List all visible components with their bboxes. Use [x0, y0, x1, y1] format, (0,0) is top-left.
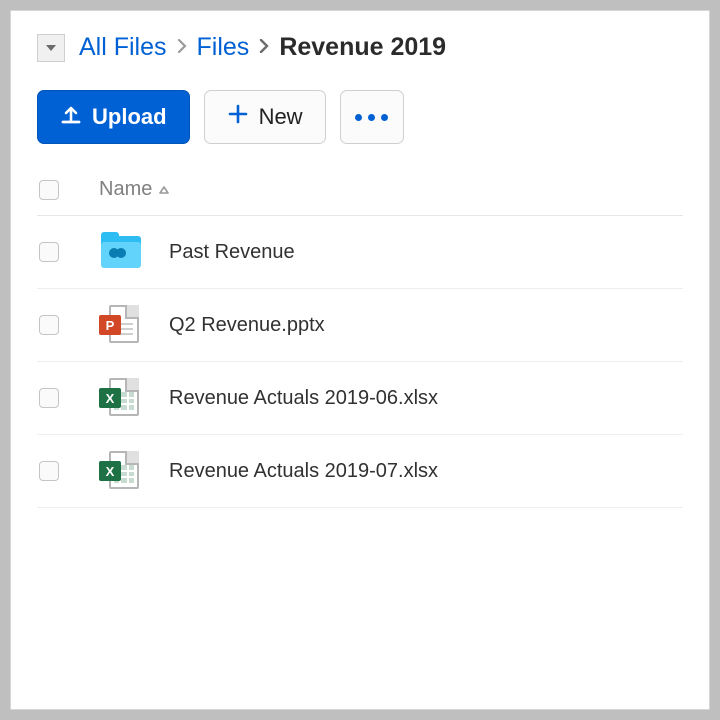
more-actions-button[interactable]: [340, 90, 404, 144]
breadcrumb-current: Revenue 2019: [279, 33, 446, 62]
sort-ascending-icon: [158, 178, 170, 201]
list-item[interactable]: X Revenue Actuals 2019-07.xlsx: [37, 435, 683, 508]
breadcrumb-root-link[interactable]: All Files: [79, 33, 167, 62]
item-name: Past Revenue: [169, 241, 681, 264]
toolbar: Upload New: [37, 90, 683, 144]
list-item[interactable]: Past Revenue: [37, 216, 683, 289]
list-header: Name: [37, 168, 683, 216]
breadcrumb-row: All Files Files Revenue 2019: [37, 33, 683, 62]
plus-icon: [227, 103, 249, 131]
item-name: Revenue Actuals 2019-07.xlsx: [169, 460, 681, 483]
chevron-right-icon: [177, 36, 187, 59]
column-header-name-label: Name: [99, 178, 152, 201]
file-browser-panel: All Files Files Revenue 2019 Upload: [10, 10, 710, 710]
breadcrumb-parent-link[interactable]: Files: [197, 33, 250, 62]
row-checkbox[interactable]: [39, 315, 59, 335]
chevron-right-icon: [259, 36, 269, 59]
breadcrumb-dropdown-toggle[interactable]: [37, 34, 65, 62]
new-button[interactable]: New: [204, 90, 326, 144]
row-checkbox[interactable]: [39, 388, 59, 408]
upload-button[interactable]: Upload: [37, 90, 190, 144]
item-name: Q2 Revenue.pptx: [169, 314, 681, 337]
breadcrumb: All Files Files Revenue 2019: [79, 33, 446, 62]
upload-icon: [60, 103, 82, 131]
powerpoint-file-icon: P: [99, 305, 143, 345]
select-all-checkbox[interactable]: [39, 180, 59, 200]
column-header-name[interactable]: Name: [99, 178, 170, 201]
item-name: Revenue Actuals 2019-06.xlsx: [169, 387, 681, 410]
shared-folder-icon: [99, 232, 143, 272]
excel-file-icon: X: [99, 378, 143, 418]
chevron-down-icon: [45, 39, 57, 57]
new-button-label: New: [259, 104, 303, 130]
more-icon: [355, 114, 388, 121]
list-item[interactable]: P Q2 Revenue.pptx: [37, 289, 683, 362]
row-checkbox[interactable]: [39, 242, 59, 262]
excel-file-icon: X: [99, 451, 143, 491]
upload-button-label: Upload: [92, 104, 167, 130]
row-checkbox[interactable]: [39, 461, 59, 481]
list-item[interactable]: X Revenue Actuals 2019-06.xlsx: [37, 362, 683, 435]
